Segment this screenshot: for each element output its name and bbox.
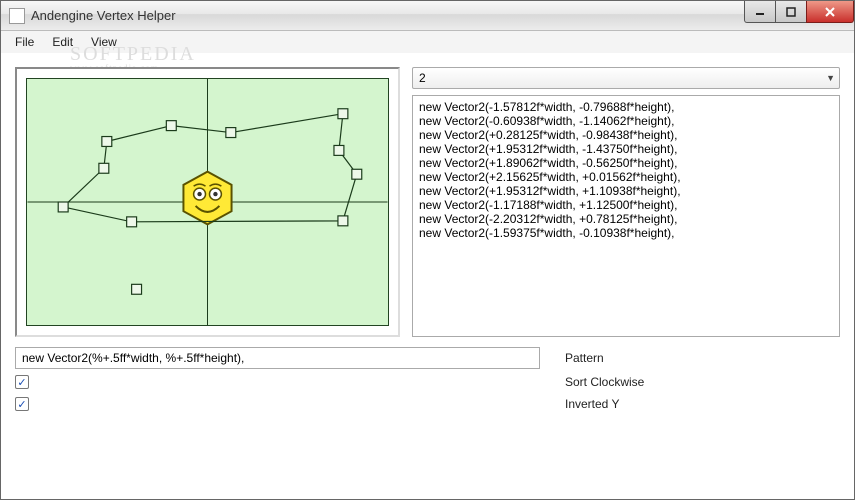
menu-file[interactable]: File bbox=[7, 33, 42, 51]
vertex-count-dropdown[interactable]: 2 ▼ bbox=[412, 67, 840, 89]
sort-clockwise-checkbox[interactable]: ✓ bbox=[15, 375, 29, 389]
canvas-pane[interactable] bbox=[15, 67, 400, 337]
inverted-y-checkbox[interactable]: ✓ bbox=[15, 397, 29, 411]
maximize-button[interactable] bbox=[775, 1, 807, 23]
close-button[interactable] bbox=[806, 1, 854, 23]
sort-clockwise-label: Sort Clockwise bbox=[565, 375, 840, 389]
menu-edit[interactable]: Edit bbox=[44, 33, 81, 51]
dropdown-value: 2 bbox=[419, 71, 426, 85]
inverted-y-label: Inverted Y bbox=[565, 397, 840, 411]
window-title: Andengine Vertex Helper bbox=[31, 8, 176, 23]
titlebar: Andengine Vertex Helper bbox=[1, 1, 854, 31]
window-controls bbox=[745, 1, 854, 23]
vectors-output[interactable]: new Vector2(-1.57812f*width, -0.79688f*h… bbox=[412, 95, 840, 337]
app-icon bbox=[9, 8, 25, 24]
minimize-button[interactable] bbox=[744, 1, 776, 23]
canvas[interactable] bbox=[26, 78, 389, 326]
pattern-input[interactable] bbox=[15, 347, 540, 369]
chevron-down-icon: ▼ bbox=[826, 73, 835, 83]
pattern-label: Pattern bbox=[565, 351, 840, 365]
menu-view[interactable]: View bbox=[83, 33, 125, 51]
menubar: File Edit View bbox=[1, 31, 854, 53]
